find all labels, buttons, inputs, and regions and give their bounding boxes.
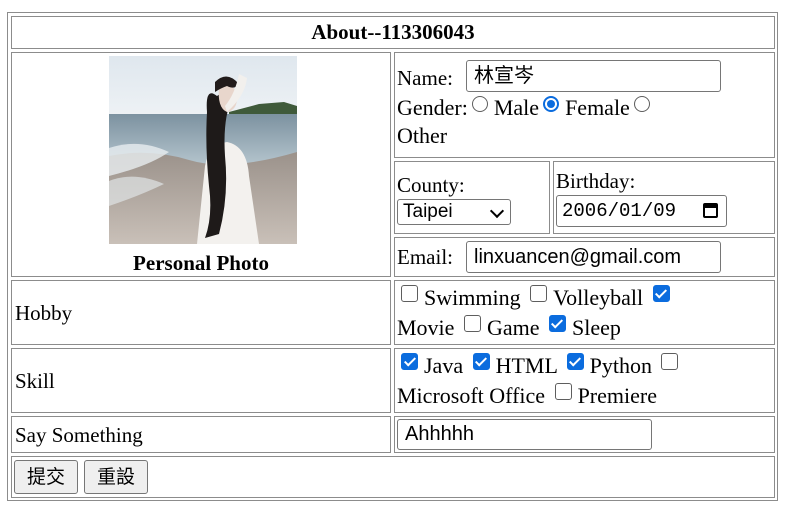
hobby-movie-checkbox[interactable] [652,285,670,302]
chevron-down-icon [489,203,505,219]
personal-photo [109,56,297,244]
skill-java-label: Java [424,353,464,378]
email-label: Email: [397,245,453,269]
birthday-label: Birthday: [556,169,636,193]
birthday-cell: Birthday: 2006/01/09 [553,161,775,234]
gender-female-radio[interactable] [543,96,560,112]
birthday-value: 2006/01/09 [562,200,677,222]
hobby-sleep-checkbox[interactable] [548,315,566,332]
hobby-game-checkbox[interactable] [463,315,481,332]
gender-male-radio[interactable] [471,96,488,112]
skill-python-checkbox[interactable] [566,353,584,370]
page-title: About--113306043 [11,16,775,49]
hobby-label: Hobby [15,300,73,325]
hobby-game-label: Game [486,315,540,340]
photo-cell: Personal Photo [11,52,391,277]
county-select[interactable]: Taipei [397,199,511,225]
gender-male-label: Male [493,95,540,120]
hobby-options: Swimming Volleyball Movie Game Sleep [397,283,772,343]
say-something-input[interactable]: Ahhhhh [397,419,652,450]
gender-other-radio[interactable] [633,96,650,112]
reset-button[interactable]: 重設 [84,460,148,494]
hobby-swimming-checkbox[interactable] [401,285,418,302]
skill-python-label: Python [589,353,652,378]
email-cell: Email: linxuancen@gmail.com [394,237,775,277]
skill-options: Java HTML Python Microsoft Office Premie… [397,351,772,411]
skill-html-checkbox[interactable] [472,353,490,370]
calendar-icon[interactable] [703,203,718,218]
say-something-label: Say Something [15,422,143,447]
county-cell: County: Taipei [394,161,550,234]
skill-premiere-label: Premiere [577,383,657,408]
name-input[interactable]: 林宣岑 [466,60,721,92]
hobby-volleyball-label: Volleyball [553,285,644,310]
hobby-label-cell: Hobby [11,280,391,345]
say-something-label-cell: Say Something [11,416,391,453]
email-input[interactable]: linxuancen@gmail.com [466,241,721,273]
gender-other-label: Other [397,123,448,148]
submit-button[interactable]: 提交 [14,460,78,494]
skill-label: Skill [15,368,55,393]
skill-premiere-checkbox[interactable] [554,383,572,400]
hobby-volleyball-checkbox[interactable] [530,285,548,302]
name-gender-cell: Name: 林宣岑 Gender: Male Female Other [394,52,775,158]
hobby-options-cell: Swimming Volleyball Movie Game Sleep [394,280,775,345]
buttons-cell: 提交 重設 [11,456,775,498]
photo-caption: Personal Photo [133,251,269,275]
skill-office-label: Microsoft Office [397,383,546,408]
gender-label: Gender: [397,95,468,120]
gender-female-label: Female [565,95,630,120]
hobby-sleep-label: Sleep [571,315,621,340]
birthday-date-input[interactable]: 2006/01/09 [556,195,727,227]
county-label: County: [397,173,465,197]
skill-options-cell: Java HTML Python Microsoft Office Premie… [394,348,775,413]
say-something-input-cell: Ahhhhh [394,416,775,453]
hobby-movie-label: Movie [397,315,455,340]
skill-java-checkbox[interactable] [401,353,418,370]
hobby-swimming-label: Swimming [424,285,521,310]
beach-portrait-image [109,56,297,244]
skill-office-checkbox[interactable] [661,353,679,370]
gender-group: Gender: Male Female Other [397,94,772,150]
skill-label-cell: Skill [11,348,391,413]
name-label: Name: [397,66,453,90]
county-select-value: Taipei [403,201,453,222]
skill-html-label: HTML [495,353,558,378]
